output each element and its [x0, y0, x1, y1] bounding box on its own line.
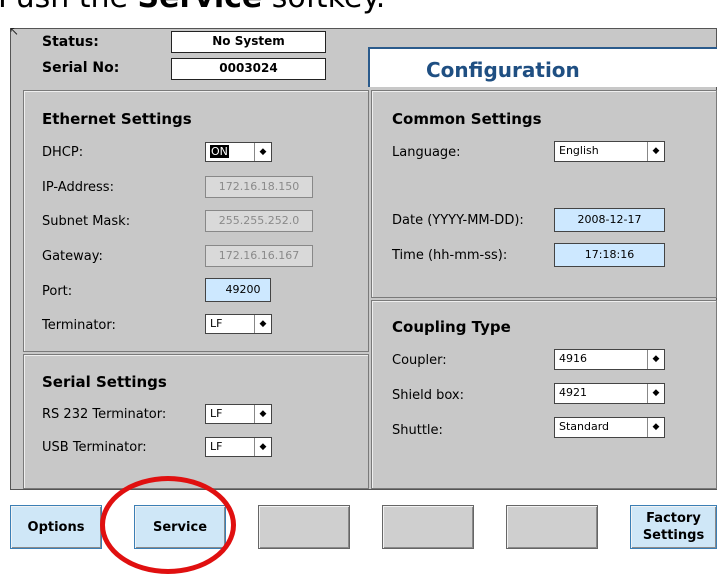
- time-label: Time (hh-mm-ss):: [392, 248, 508, 263]
- ip-address-field[interactable]: 172.16.18.150: [205, 176, 313, 198]
- softkey-3-empty[interactable]: [258, 505, 350, 549]
- date-field[interactable]: 2008-12-17: [554, 208, 665, 232]
- terminator-value: LF: [210, 317, 223, 330]
- softkey-4-empty[interactable]: [382, 505, 474, 549]
- rs232-terminator-value: LF: [210, 407, 223, 420]
- shuttle-dropdown[interactable]: Standard ◆: [554, 417, 665, 438]
- coupler-value: 4916: [559, 352, 587, 365]
- common-settings-title: Common Settings: [392, 110, 542, 128]
- softkey-5-empty[interactable]: [506, 505, 598, 549]
- dropdown-arrow-icon: ◆: [254, 405, 271, 423]
- gateway-field[interactable]: 172.16.16.167: [205, 245, 313, 267]
- screen-title: Configuration: [426, 58, 580, 82]
- port-label: Port:: [42, 284, 73, 299]
- serial-label: Serial No:: [42, 60, 120, 76]
- serial-settings-title: Serial Settings: [42, 373, 167, 391]
- shuttle-value: Standard: [559, 420, 610, 433]
- coupler-label: Coupler:: [392, 353, 447, 368]
- dhcp-dropdown[interactable]: ON ◆: [205, 142, 272, 162]
- instruction-key-word: Service: [138, 0, 263, 15]
- subnet-mask-field[interactable]: 255.255.252.0: [205, 210, 313, 232]
- dropdown-arrow-icon: ◆: [254, 143, 271, 161]
- usb-terminator-label: USB Terminator:: [42, 440, 147, 455]
- cursor-icon: ↖: [9, 24, 20, 38]
- dropdown-arrow-icon: ◆: [647, 384, 664, 403]
- factory-settings-softkey[interactable]: Factory Settings: [630, 505, 717, 549]
- shield-box-dropdown[interactable]: 4921 ◆: [554, 383, 665, 404]
- coupler-dropdown[interactable]: 4916 ◆: [554, 349, 665, 370]
- language-value: English: [559, 144, 599, 157]
- ip-address-label: IP-Address:: [42, 180, 114, 195]
- terminator-label: Terminator:: [42, 318, 116, 333]
- serial-value: 0003024: [171, 58, 326, 80]
- status-value: No System: [171, 31, 326, 53]
- port-field[interactable]: 49200: [205, 278, 271, 302]
- shield-box-value: 4921: [559, 386, 587, 399]
- usb-terminator-value: LF: [210, 440, 223, 453]
- status-label: Status:: [42, 34, 99, 50]
- language-label: Language:: [392, 145, 461, 160]
- date-label: Date (YYYY-MM-DD):: [392, 213, 524, 228]
- factory-settings-line2: Settings: [642, 528, 705, 543]
- options-softkey[interactable]: Options: [10, 505, 102, 549]
- language-dropdown[interactable]: English ◆: [554, 141, 665, 162]
- usb-terminator-dropdown[interactable]: LF ◆: [205, 437, 272, 457]
- rs232-terminator-dropdown[interactable]: LF ◆: [205, 404, 272, 424]
- time-field[interactable]: 17:18:16: [554, 243, 665, 267]
- dropdown-arrow-icon: ◆: [254, 315, 271, 333]
- dropdown-arrow-icon: ◆: [254, 438, 271, 456]
- highlight-circle: [100, 476, 236, 574]
- instruction-text: Push the Service softkey.: [0, 0, 385, 16]
- subnet-mask-label: Subnet Mask:: [42, 214, 131, 229]
- dropdown-arrow-icon: ◆: [647, 418, 664, 437]
- dhcp-label: DHCP:: [42, 145, 84, 160]
- factory-settings-line1: Factory: [646, 511, 701, 526]
- terminator-dropdown[interactable]: LF ◆: [205, 314, 272, 334]
- dhcp-value: ON: [210, 145, 229, 158]
- shuttle-label: Shuttle:: [392, 423, 443, 438]
- rs232-terminator-label: RS 232 Terminator:: [42, 407, 167, 422]
- dropdown-arrow-icon: ◆: [647, 350, 664, 369]
- dropdown-arrow-icon: ◆: [647, 142, 664, 161]
- coupling-type-title: Coupling Type: [392, 318, 511, 336]
- ethernet-settings-title: Ethernet Settings: [42, 110, 192, 128]
- shield-box-label: Shield box:: [392, 388, 464, 403]
- gateway-label: Gateway:: [42, 249, 103, 264]
- screen-title-box: Configuration: [368, 47, 717, 87]
